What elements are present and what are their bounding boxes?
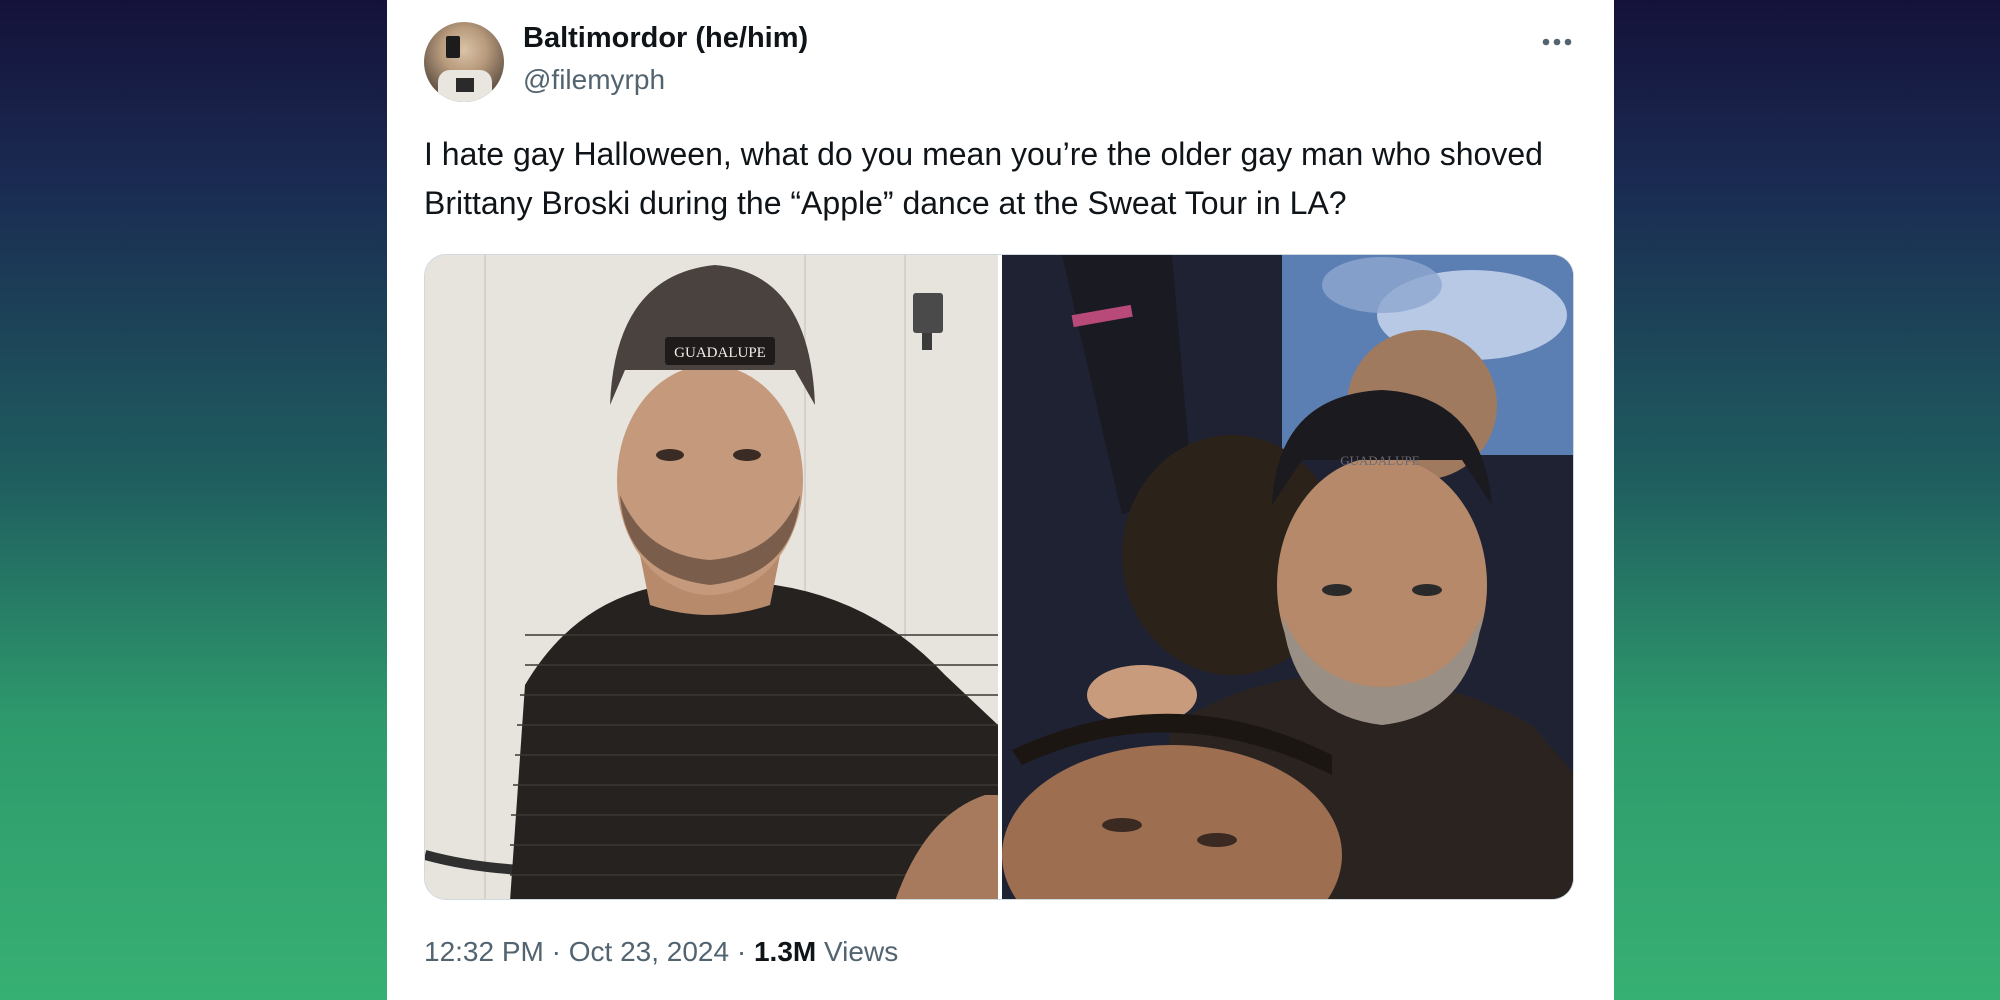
post-text: I hate gay Halloween, what do you mean y… (424, 136, 1543, 221)
avatar-phone (446, 36, 460, 58)
post-date[interactable]: Oct 23, 2024 (569, 936, 729, 967)
meta-separator-2: · (736, 936, 747, 967)
views-count: 1.3M (753, 936, 817, 967)
photo-1-illustration: GUADALUPE (425, 255, 998, 899)
author-avatar[interactable] (424, 22, 504, 102)
post-metadata: 12:32 PM · Oct 23, 2024 · 1.3M Views (424, 936, 898, 968)
meta-separator-1: · (551, 936, 561, 967)
post-time[interactable]: 12:32 PM (424, 936, 544, 967)
cap-text-right: GUADALUPE (1340, 453, 1420, 468)
avatar-shirt-print (456, 78, 474, 92)
cap-text-left: GUADALUPE (674, 345, 766, 361)
media-photo-2[interactable]: GUADALUPE (1002, 255, 1573, 899)
more-options-button[interactable] (1537, 22, 1577, 62)
media-grid: GUADALUPE GUADALUPE (424, 254, 1574, 900)
views-label: Views (824, 936, 899, 967)
photo-2-illustration: GUADALUPE (1002, 255, 1573, 899)
media-photo-1[interactable]: GUADALUPE (425, 255, 998, 899)
author-name[interactable]: Baltimordor (he/him) (523, 22, 808, 55)
more-horizontal-icon (1542, 38, 1572, 46)
author-handle[interactable]: @filemyrph (523, 64, 665, 96)
tweet-card: Baltimordor (he/him) @filemyrph I hate g… (387, 0, 1614, 1000)
